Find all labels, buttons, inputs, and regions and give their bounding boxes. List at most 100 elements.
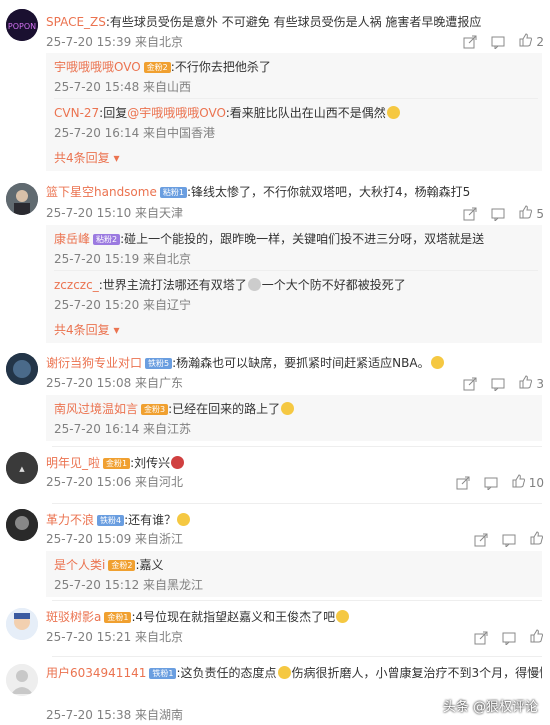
divider bbox=[54, 270, 538, 271]
like-button[interactable] bbox=[530, 531, 544, 548]
comment-text: :还有谁？ bbox=[124, 513, 177, 527]
reply-box: 康岳峰 粘粉2:碰上一个能投的，跟昨晚一样，关键咱们投不进三分呀，双塔就是送 25… bbox=[46, 225, 542, 343]
like-icon bbox=[530, 629, 544, 646]
reply-box: 宇哦哦哦哦OVO 金粉2:不行你去把他杀了 25-7-20 15:48 来自山西 … bbox=[46, 53, 542, 171]
divider bbox=[52, 503, 542, 504]
like-icon bbox=[519, 375, 533, 392]
comment-meta: 25-7-20 15:21 来自北京 bbox=[46, 630, 184, 644]
comment-icon[interactable] bbox=[491, 35, 505, 49]
reply-username[interactable]: CVN-27 bbox=[54, 106, 99, 120]
fan-badge: 粘粉1 bbox=[159, 187, 187, 198]
reply-meta: 25-7-20 16:14 来自江苏 bbox=[54, 422, 192, 436]
emoji-icon bbox=[336, 610, 350, 623]
fan-badge: 铁粉1 bbox=[149, 668, 177, 679]
avatar[interactable]: ▲ bbox=[6, 452, 38, 484]
fan-badge: 粘粉2 bbox=[93, 234, 121, 245]
comment-username[interactable]: SPACE_ZS bbox=[46, 15, 106, 29]
reply-text-cont: 一个大个防不好都被投死了 bbox=[261, 278, 406, 292]
mention-link[interactable]: @宇哦哦哦哦OVO bbox=[127, 106, 225, 120]
avatar[interactable] bbox=[6, 183, 38, 215]
comment-text-cont: 伤病很折磨人，小曾康复治疗不到3个月，得慢慢来！ bbox=[291, 666, 543, 680]
comment-actions: 3 bbox=[463, 375, 544, 392]
fan-badge: 铁粉4 bbox=[97, 515, 125, 526]
comment-username[interactable]: 谢衍当狗专业对口 bbox=[46, 356, 142, 370]
avatar[interactable]: POPON bbox=[6, 9, 38, 41]
emoji-icon bbox=[386, 106, 400, 119]
reply-meta: 25-7-20 16:14 来自中国香港 bbox=[54, 126, 216, 140]
comment-actions bbox=[474, 531, 544, 548]
avatar[interactable] bbox=[6, 353, 38, 385]
reply-box: 南风过境温如言 金粉3:已经在回来的路上了 25-7-20 16:14 来自江苏 bbox=[46, 395, 542, 441]
comment-item: 谢衍当狗专业对口 铁粉5:杨瀚森也可以缺席，要抓紧时间赶紧适应NBA。 25-7-… bbox=[0, 345, 550, 445]
svg-text:▲: ▲ bbox=[19, 465, 25, 473]
reply-prefix: :回复 bbox=[99, 106, 128, 120]
divider bbox=[52, 446, 542, 447]
comment-icon[interactable] bbox=[491, 207, 505, 221]
reply-meta: 25-7-20 15:20 来自辽宁 bbox=[54, 298, 192, 312]
comment-icon[interactable] bbox=[502, 533, 516, 547]
share-icon[interactable] bbox=[463, 35, 477, 49]
reply-username[interactable]: 康岳峰 bbox=[54, 232, 90, 246]
comment-actions: 2 bbox=[463, 33, 544, 50]
emoji-icon bbox=[281, 402, 295, 415]
comment-username[interactable]: 斑驳树影a bbox=[46, 610, 101, 624]
comment-icon[interactable] bbox=[502, 631, 516, 645]
comment-username[interactable]: 篮下星空handsome bbox=[46, 185, 157, 199]
comment-text: :有些球员受伤是意外 不可避免 有些球员受伤是人祸 施害者早晚遭报应 bbox=[105, 15, 482, 29]
avatar[interactable] bbox=[6, 509, 38, 541]
share-icon[interactable] bbox=[456, 476, 470, 490]
reply-username[interactable]: zczczc_ bbox=[54, 278, 99, 292]
like-count: 3 bbox=[536, 376, 544, 391]
reply-text: :碰上一个能投的，跟昨晚一样，关键咱们投不进三分呀，双塔就是送 bbox=[120, 232, 485, 246]
emoji-icon bbox=[171, 456, 185, 469]
divider bbox=[52, 600, 542, 601]
chevron-down-icon: ▾ bbox=[113, 151, 120, 165]
more-replies-link[interactable]: 共4条回复 ▾ bbox=[54, 321, 538, 339]
like-button[interactable]: 10 bbox=[512, 474, 544, 491]
comment-text: :刘传兴 bbox=[130, 456, 171, 470]
share-icon[interactable] bbox=[474, 533, 488, 547]
comment-username[interactable]: 明年见_啦 bbox=[46, 456, 100, 470]
comment-text: :4号位现在就指望赵嘉义和王俊杰了吧 bbox=[131, 610, 336, 624]
fan-badge: 金粉1 bbox=[104, 612, 132, 623]
comment-actions: 5 bbox=[463, 205, 544, 222]
reply-username[interactable]: 是个人类i bbox=[54, 558, 105, 572]
fan-badge: 铁粉5 bbox=[145, 358, 173, 369]
more-replies-link[interactable]: 共4条回复 ▾ bbox=[54, 149, 538, 167]
svg-text:POPON: POPON bbox=[8, 22, 36, 31]
reply-username[interactable]: 宇哦哦哦哦OVO bbox=[54, 60, 141, 74]
like-button[interactable]: 5 bbox=[519, 205, 544, 222]
comment-actions bbox=[474, 629, 544, 646]
emoji-icon bbox=[247, 278, 261, 291]
share-icon[interactable] bbox=[474, 631, 488, 645]
reply-text: :不行你去把他杀了 bbox=[170, 60, 271, 74]
reply-meta: 25-7-20 15:12 来自黑龙江 bbox=[54, 578, 204, 592]
avatar[interactable] bbox=[6, 608, 38, 640]
reply-username[interactable]: 南风过境温如言 bbox=[54, 402, 138, 416]
fan-badge: 金粉1 bbox=[103, 458, 131, 469]
like-button[interactable]: 3 bbox=[519, 375, 544, 392]
comment-icon[interactable] bbox=[491, 377, 505, 391]
comment-icon[interactable] bbox=[484, 476, 498, 490]
like-icon bbox=[530, 531, 544, 548]
comment-item: 斑驳树影a 金粉1:4号位现在就指望赵嘉义和王俊杰了吧 25-7-20 15:21… bbox=[0, 602, 550, 657]
share-icon[interactable] bbox=[463, 377, 477, 391]
like-count: 5 bbox=[536, 206, 544, 221]
like-button[interactable]: 2 bbox=[519, 33, 544, 50]
share-icon[interactable] bbox=[463, 207, 477, 221]
comment-text: :杨瀚森也可以缺席，要抓紧时间赶紧适应NBA。 bbox=[172, 356, 430, 370]
like-icon bbox=[519, 205, 533, 222]
comment-username[interactable]: 用户6034941141 bbox=[46, 666, 146, 680]
comment-text: :锋线太惨了，不行你就双塔吧，大秋打4，杨翰森打5 bbox=[186, 185, 471, 199]
like-button[interactable] bbox=[530, 629, 544, 646]
comment-item: 革力不浪 铁粉4:还有谁？ 25-7-20 15:09 来自浙江 是个人类i 金粉2… bbox=[0, 505, 550, 602]
fan-badge: 金粉2 bbox=[108, 560, 136, 571]
comment-username[interactable]: 革力不浪 bbox=[46, 513, 94, 527]
comment-actions: 10 bbox=[456, 474, 544, 491]
avatar[interactable] bbox=[6, 664, 38, 696]
divider bbox=[54, 98, 538, 99]
comment-item: POPON SPACE_ZS:有些球员受伤是意外 不可避免 有些球员受伤是人祸 … bbox=[0, 0, 550, 175]
reply-text: :看来脏比队出在山西不是偶然 bbox=[225, 106, 386, 120]
watermark: 头条 @狠权评论 bbox=[442, 700, 538, 715]
emoji-icon bbox=[277, 666, 291, 679]
